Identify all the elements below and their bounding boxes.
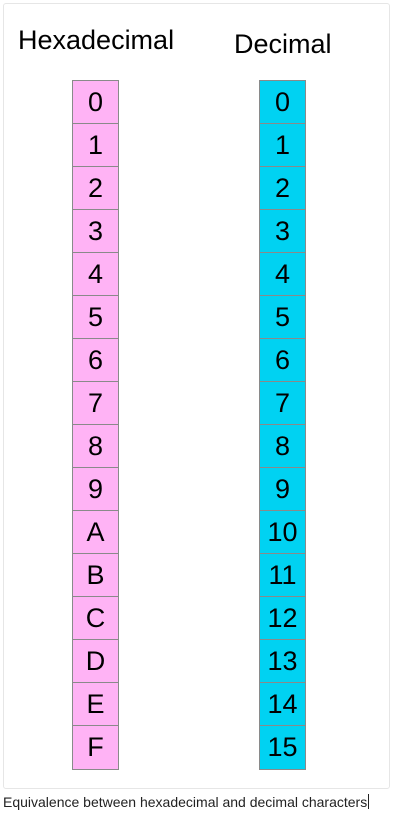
dec-cell: 4 xyxy=(260,253,305,296)
dec-cell: 3 xyxy=(260,210,305,253)
dec-cell: 8 xyxy=(260,425,305,468)
hex-cell: 8 xyxy=(73,425,118,468)
dec-cell: 12 xyxy=(260,597,305,640)
hex-cell: 7 xyxy=(73,382,118,425)
hex-cell: A xyxy=(73,511,118,554)
dec-cell: 1 xyxy=(260,124,305,167)
decimal-header: Decimal xyxy=(234,29,332,59)
hex-cell: E xyxy=(73,683,118,726)
dec-cell: 7 xyxy=(260,382,305,425)
figure-caption: Equivalence between hexadecimal and deci… xyxy=(3,794,370,810)
hex-cell: C xyxy=(73,597,118,640)
dec-cell: 10 xyxy=(260,511,305,554)
hex-cell: 5 xyxy=(73,296,118,339)
figure-frame xyxy=(3,3,390,789)
hex-cell: D xyxy=(73,640,118,683)
hex-cell: 2 xyxy=(73,167,118,210)
dec-cell: 13 xyxy=(260,640,305,683)
dec-cell: 0 xyxy=(260,81,305,124)
dec-cell: 5 xyxy=(260,296,305,339)
text-cursor xyxy=(368,794,370,809)
hex-cell: 1 xyxy=(73,124,118,167)
dec-cell: 9 xyxy=(260,468,305,511)
decimal-column: 0 1 2 3 4 5 6 7 8 9 10 11 12 13 14 15 xyxy=(259,80,306,770)
hex-cell: 0 xyxy=(73,81,118,124)
dec-cell: 11 xyxy=(260,554,305,597)
hexadecimal-column: 0 1 2 3 4 5 6 7 8 9 A B C D E F xyxy=(72,80,119,770)
hex-cell: 3 xyxy=(73,210,118,253)
hex-cell: 9 xyxy=(73,468,118,511)
hex-cell: 4 xyxy=(73,253,118,296)
hex-cell: B xyxy=(73,554,118,597)
dec-cell: 14 xyxy=(260,683,305,726)
hex-cell: F xyxy=(73,726,118,769)
caption-text: Equivalence between hexadecimal and deci… xyxy=(3,794,368,810)
hexadecimal-header: Hexadecimal xyxy=(18,25,175,55)
dec-cell: 6 xyxy=(260,339,305,382)
dec-cell: 15 xyxy=(260,726,305,769)
hex-cell: 6 xyxy=(73,339,118,382)
dec-cell: 2 xyxy=(260,167,305,210)
